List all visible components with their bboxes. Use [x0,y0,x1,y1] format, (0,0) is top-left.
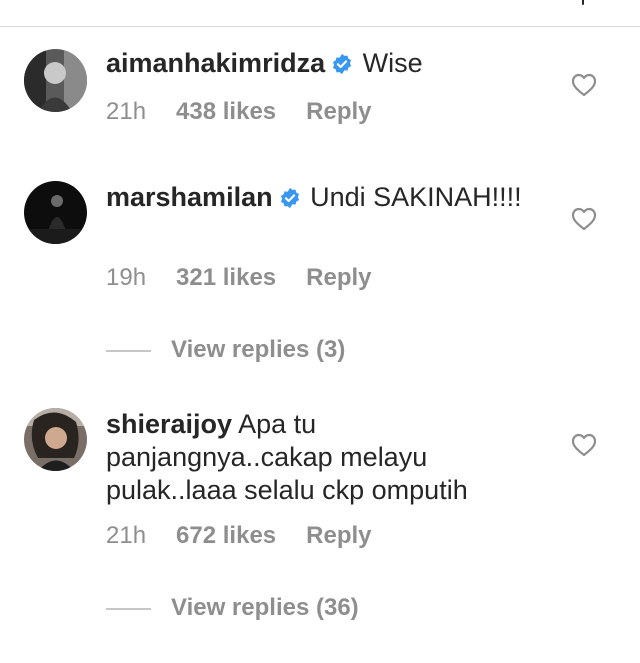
comment-meta: 19h 321 likes Reply [106,264,372,292]
avatar[interactable] [24,181,87,244]
heart-outline-icon[interactable] [571,433,597,457]
top-edge-mark [582,0,584,5]
avatar[interactable] [24,49,87,112]
reply-button[interactable]: Reply [306,264,371,292]
comment-body: Undi SAKINAH!!!! [310,182,522,212]
view-replies-label: View replies (3) [171,336,346,363]
avatar[interactable] [24,408,87,471]
comment-body: Wise [362,48,423,78]
likes-count[interactable]: 438 likes [176,98,276,126]
username[interactable]: shieraijoy [106,409,232,439]
header-divider [0,26,640,27]
comment-text: marshamilan Undi SAKINAH!!!! [106,181,536,214]
timestamp: 19h [106,264,147,291]
reply-button[interactable]: Reply [306,522,371,550]
timestamp: 21h [106,522,147,549]
timestamp: 21h [106,98,147,125]
comment-text: aimanhakimridza Wise [106,47,536,80]
comment-meta: 21h 438 likes Reply [106,98,372,126]
heart-outline-icon[interactable] [571,73,597,97]
verified-badge-icon [333,53,352,75]
heart-outline-icon[interactable] [571,207,597,231]
view-replies-button[interactable]: View replies (3) [106,336,345,364]
replies-divider-line [106,607,151,610]
reply-button[interactable]: Reply [306,98,371,126]
comment-meta: 21h 672 likes Reply [106,522,372,550]
comment-text: shieraijoy Apa tu panjangnya..cakap mela… [106,408,536,507]
verified-badge-icon [280,187,299,209]
view-replies-label: View replies (36) [171,594,359,621]
replies-divider-line [106,349,151,352]
view-replies-button[interactable]: View replies (36) [106,594,359,622]
username[interactable]: marshamilan [106,182,273,212]
likes-count[interactable]: 321 likes [176,264,276,292]
username[interactable]: aimanhakimridza [106,48,325,78]
likes-count[interactable]: 672 likes [176,522,276,550]
